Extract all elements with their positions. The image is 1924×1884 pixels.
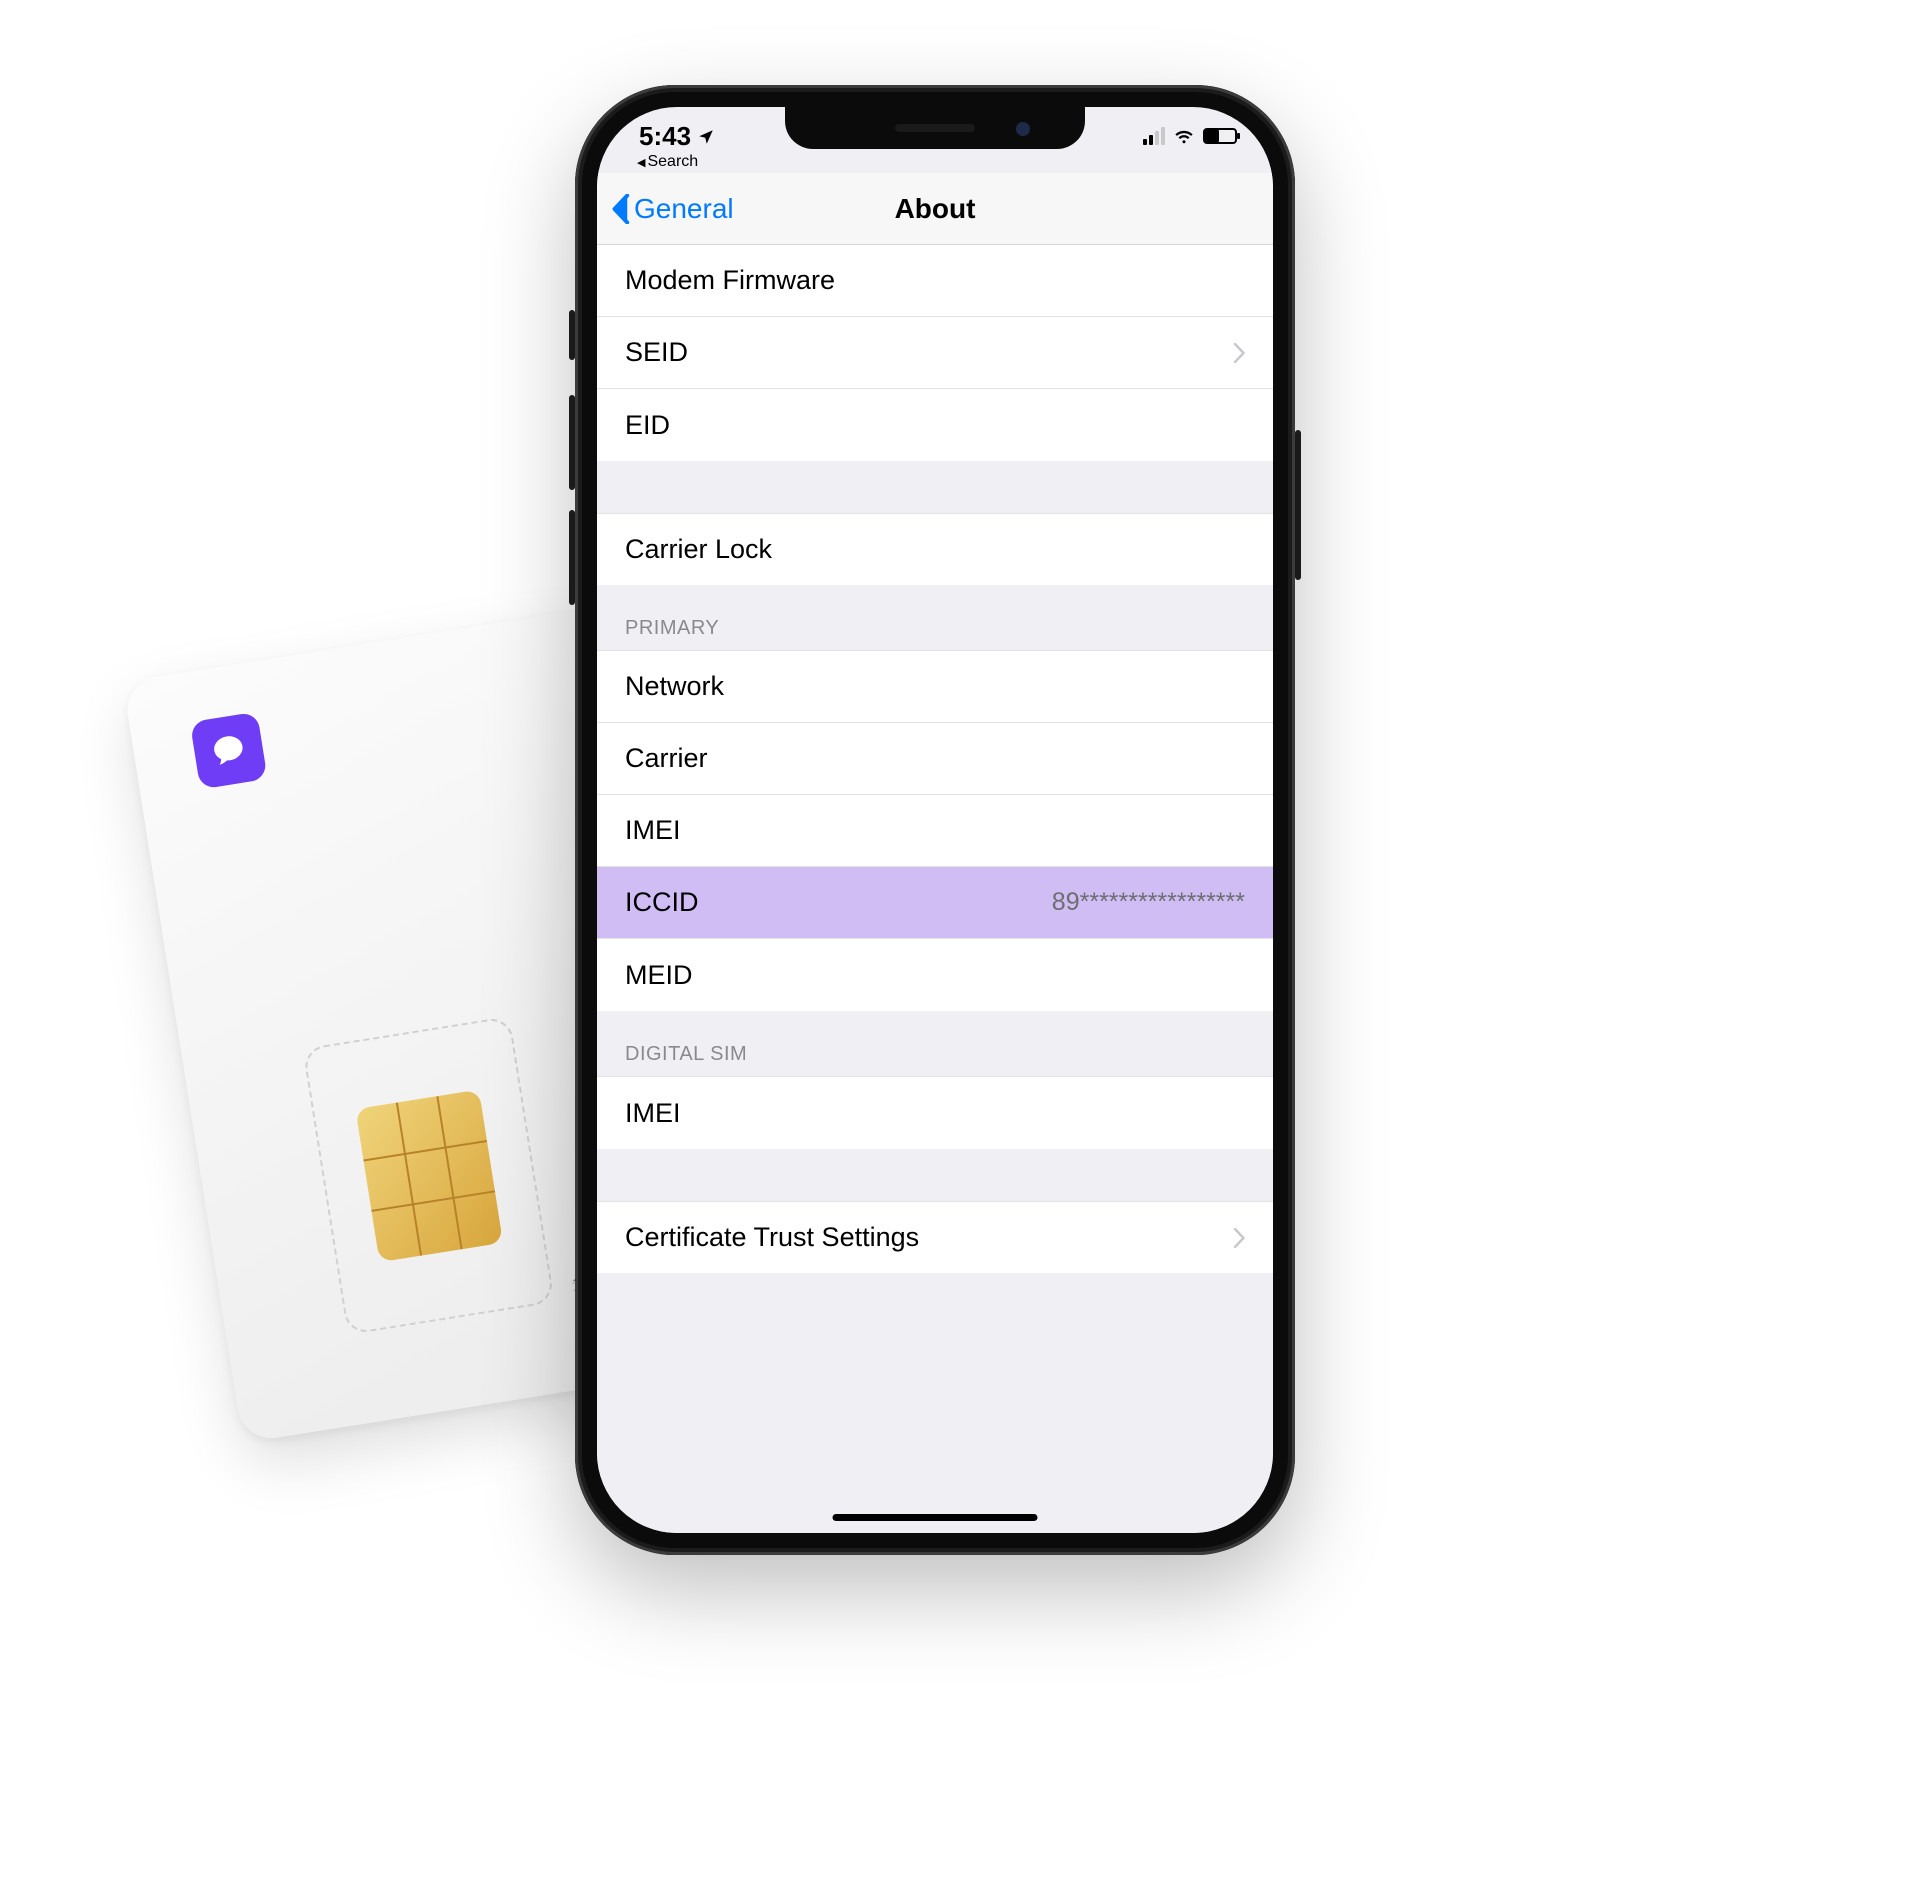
row-label: Carrier Lock	[625, 534, 772, 565]
speech-bubble-icon	[207, 729, 250, 772]
section-gap	[597, 1273, 1273, 1393]
row-label: Carrier	[625, 743, 708, 774]
status-right	[1143, 125, 1237, 147]
section-gap	[597, 461, 1273, 513]
back-to-app[interactable]: ◀ Search	[637, 153, 698, 171]
battery-icon	[1203, 128, 1237, 144]
row-label: EID	[625, 410, 670, 441]
settings-list[interactable]: Modem Firmware SEID EID Carrier Lock PRI…	[597, 245, 1273, 1533]
row-cert-trust[interactable]: Certificate Trust Settings	[597, 1201, 1273, 1273]
row-carrier[interactable]: Carrier	[597, 723, 1273, 795]
mute-switch[interactable]	[569, 310, 575, 360]
chevron-right-icon	[1233, 343, 1245, 363]
back-triangle-icon: ◀	[637, 156, 645, 169]
row-meid[interactable]: MEID	[597, 939, 1273, 1011]
section-gap	[597, 1149, 1273, 1201]
row-label: Certificate Trust Settings	[625, 1222, 919, 1253]
chevron-left-icon	[611, 194, 630, 224]
row-modem-firmware[interactable]: Modem Firmware	[597, 245, 1273, 317]
nav-title: About	[895, 193, 976, 225]
cellular-signal-icon	[1143, 127, 1165, 145]
wifi-icon	[1173, 125, 1195, 147]
nav-header: General About	[597, 173, 1273, 245]
status-time: 5:43	[639, 121, 715, 152]
sim-brand-logo	[190, 712, 268, 790]
volume-up-button[interactable]	[569, 395, 575, 490]
row-seid[interactable]: SEID	[597, 317, 1273, 389]
power-button[interactable]	[1295, 430, 1301, 580]
home-indicator[interactable]	[833, 1514, 1038, 1521]
row-label: Modem Firmware	[625, 265, 835, 296]
nav-back-button[interactable]: General	[611, 193, 734, 225]
row-network[interactable]: Network	[597, 651, 1273, 723]
section-header-digital-sim: DIGITAL SIM	[597, 1011, 1273, 1077]
row-label: MEID	[625, 960, 693, 991]
phone-screen: 5:43 ◀ Search General	[597, 107, 1273, 1533]
notch	[785, 107, 1085, 149]
row-imei-digital[interactable]: IMEI	[597, 1077, 1273, 1149]
row-label: SEID	[625, 337, 688, 368]
row-label: IMEI	[625, 815, 681, 846]
phone-frame: 5:43 ◀ Search General	[575, 85, 1295, 1555]
volume-down-button[interactable]	[569, 510, 575, 605]
row-label: ICCID	[625, 887, 699, 918]
row-carrier-lock[interactable]: Carrier Lock	[597, 513, 1273, 585]
row-imei-primary[interactable]: IMEI	[597, 795, 1273, 867]
chevron-right-icon	[1233, 1228, 1245, 1248]
location-icon	[697, 128, 715, 146]
row-label: IMEI	[625, 1098, 681, 1129]
row-value: 89*****************	[1052, 888, 1245, 917]
row-iccid[interactable]: ICCID 89*****************	[597, 867, 1273, 939]
sim-cutout	[302, 1016, 555, 1335]
sim-chip	[355, 1089, 503, 1262]
section-header-primary: PRIMARY	[597, 585, 1273, 651]
row-eid[interactable]: EID	[597, 389, 1273, 461]
row-label: Network	[625, 671, 724, 702]
